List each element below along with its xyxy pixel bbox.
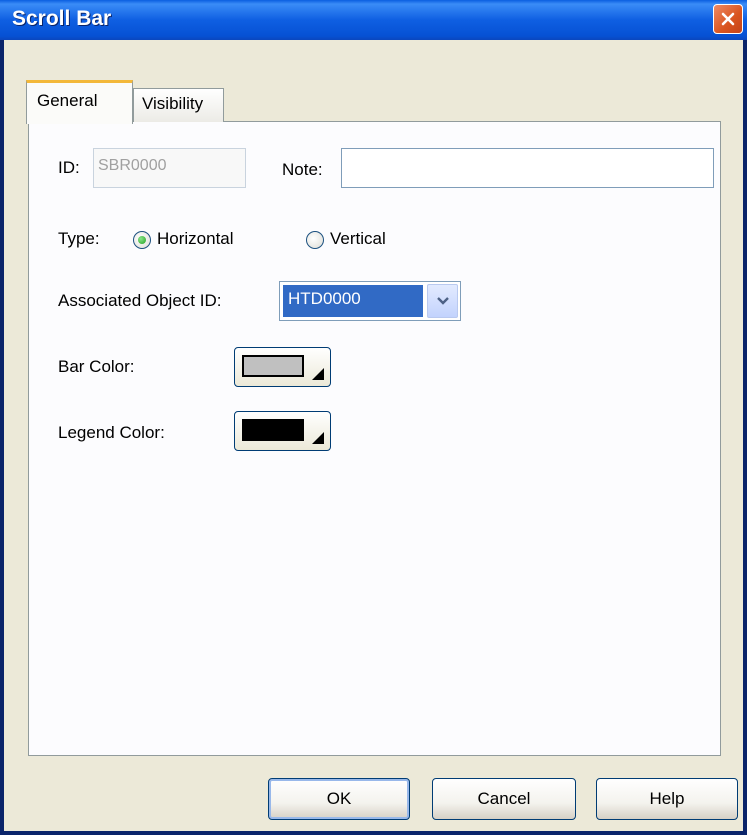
legend-color-swatch xyxy=(242,419,304,441)
radio-horizontal[interactable] xyxy=(133,231,151,249)
help-button[interactable]: Help xyxy=(596,778,738,820)
close-icon xyxy=(721,12,735,26)
dropdown-button[interactable] xyxy=(427,284,458,318)
title-bar[interactable]: Scroll Bar xyxy=(0,0,747,40)
close-button[interactable] xyxy=(713,4,743,34)
associated-object-value: HTD0000 xyxy=(283,285,423,317)
ok-button[interactable]: OK xyxy=(268,778,410,820)
type-label: Type: xyxy=(58,229,100,248)
bar-color-button[interactable] xyxy=(234,347,331,387)
radio-horizontal-label[interactable]: Horizontal xyxy=(157,229,234,249)
dropdown-corner-icon xyxy=(312,368,324,380)
chevron-down-icon xyxy=(436,297,449,305)
radio-selected-dot xyxy=(138,236,146,244)
associated-object-select[interactable]: HTD0000 xyxy=(279,281,461,321)
bar-color-swatch xyxy=(242,355,304,377)
note-field[interactable] xyxy=(341,148,714,188)
dropdown-corner-icon xyxy=(312,432,324,444)
dialog-title: Scroll Bar xyxy=(12,7,112,30)
tab-visibility[interactable]: Visibility xyxy=(133,88,224,122)
associated-object-label: Associated Object ID: xyxy=(58,291,222,310)
legend-color-button[interactable] xyxy=(234,411,331,451)
tab-general[interactable]: General xyxy=(26,80,133,124)
legend-color-label: Legend Color: xyxy=(58,423,165,442)
id-field[interactable]: SBR0000 xyxy=(93,148,246,188)
id-label: ID: xyxy=(58,158,80,177)
cancel-button[interactable]: Cancel xyxy=(432,778,576,820)
bar-color-label: Bar Color: xyxy=(58,357,135,376)
radio-vertical-label[interactable]: Vertical xyxy=(330,229,386,249)
radio-vertical[interactable] xyxy=(306,231,324,249)
note-label: Note: xyxy=(282,160,323,179)
